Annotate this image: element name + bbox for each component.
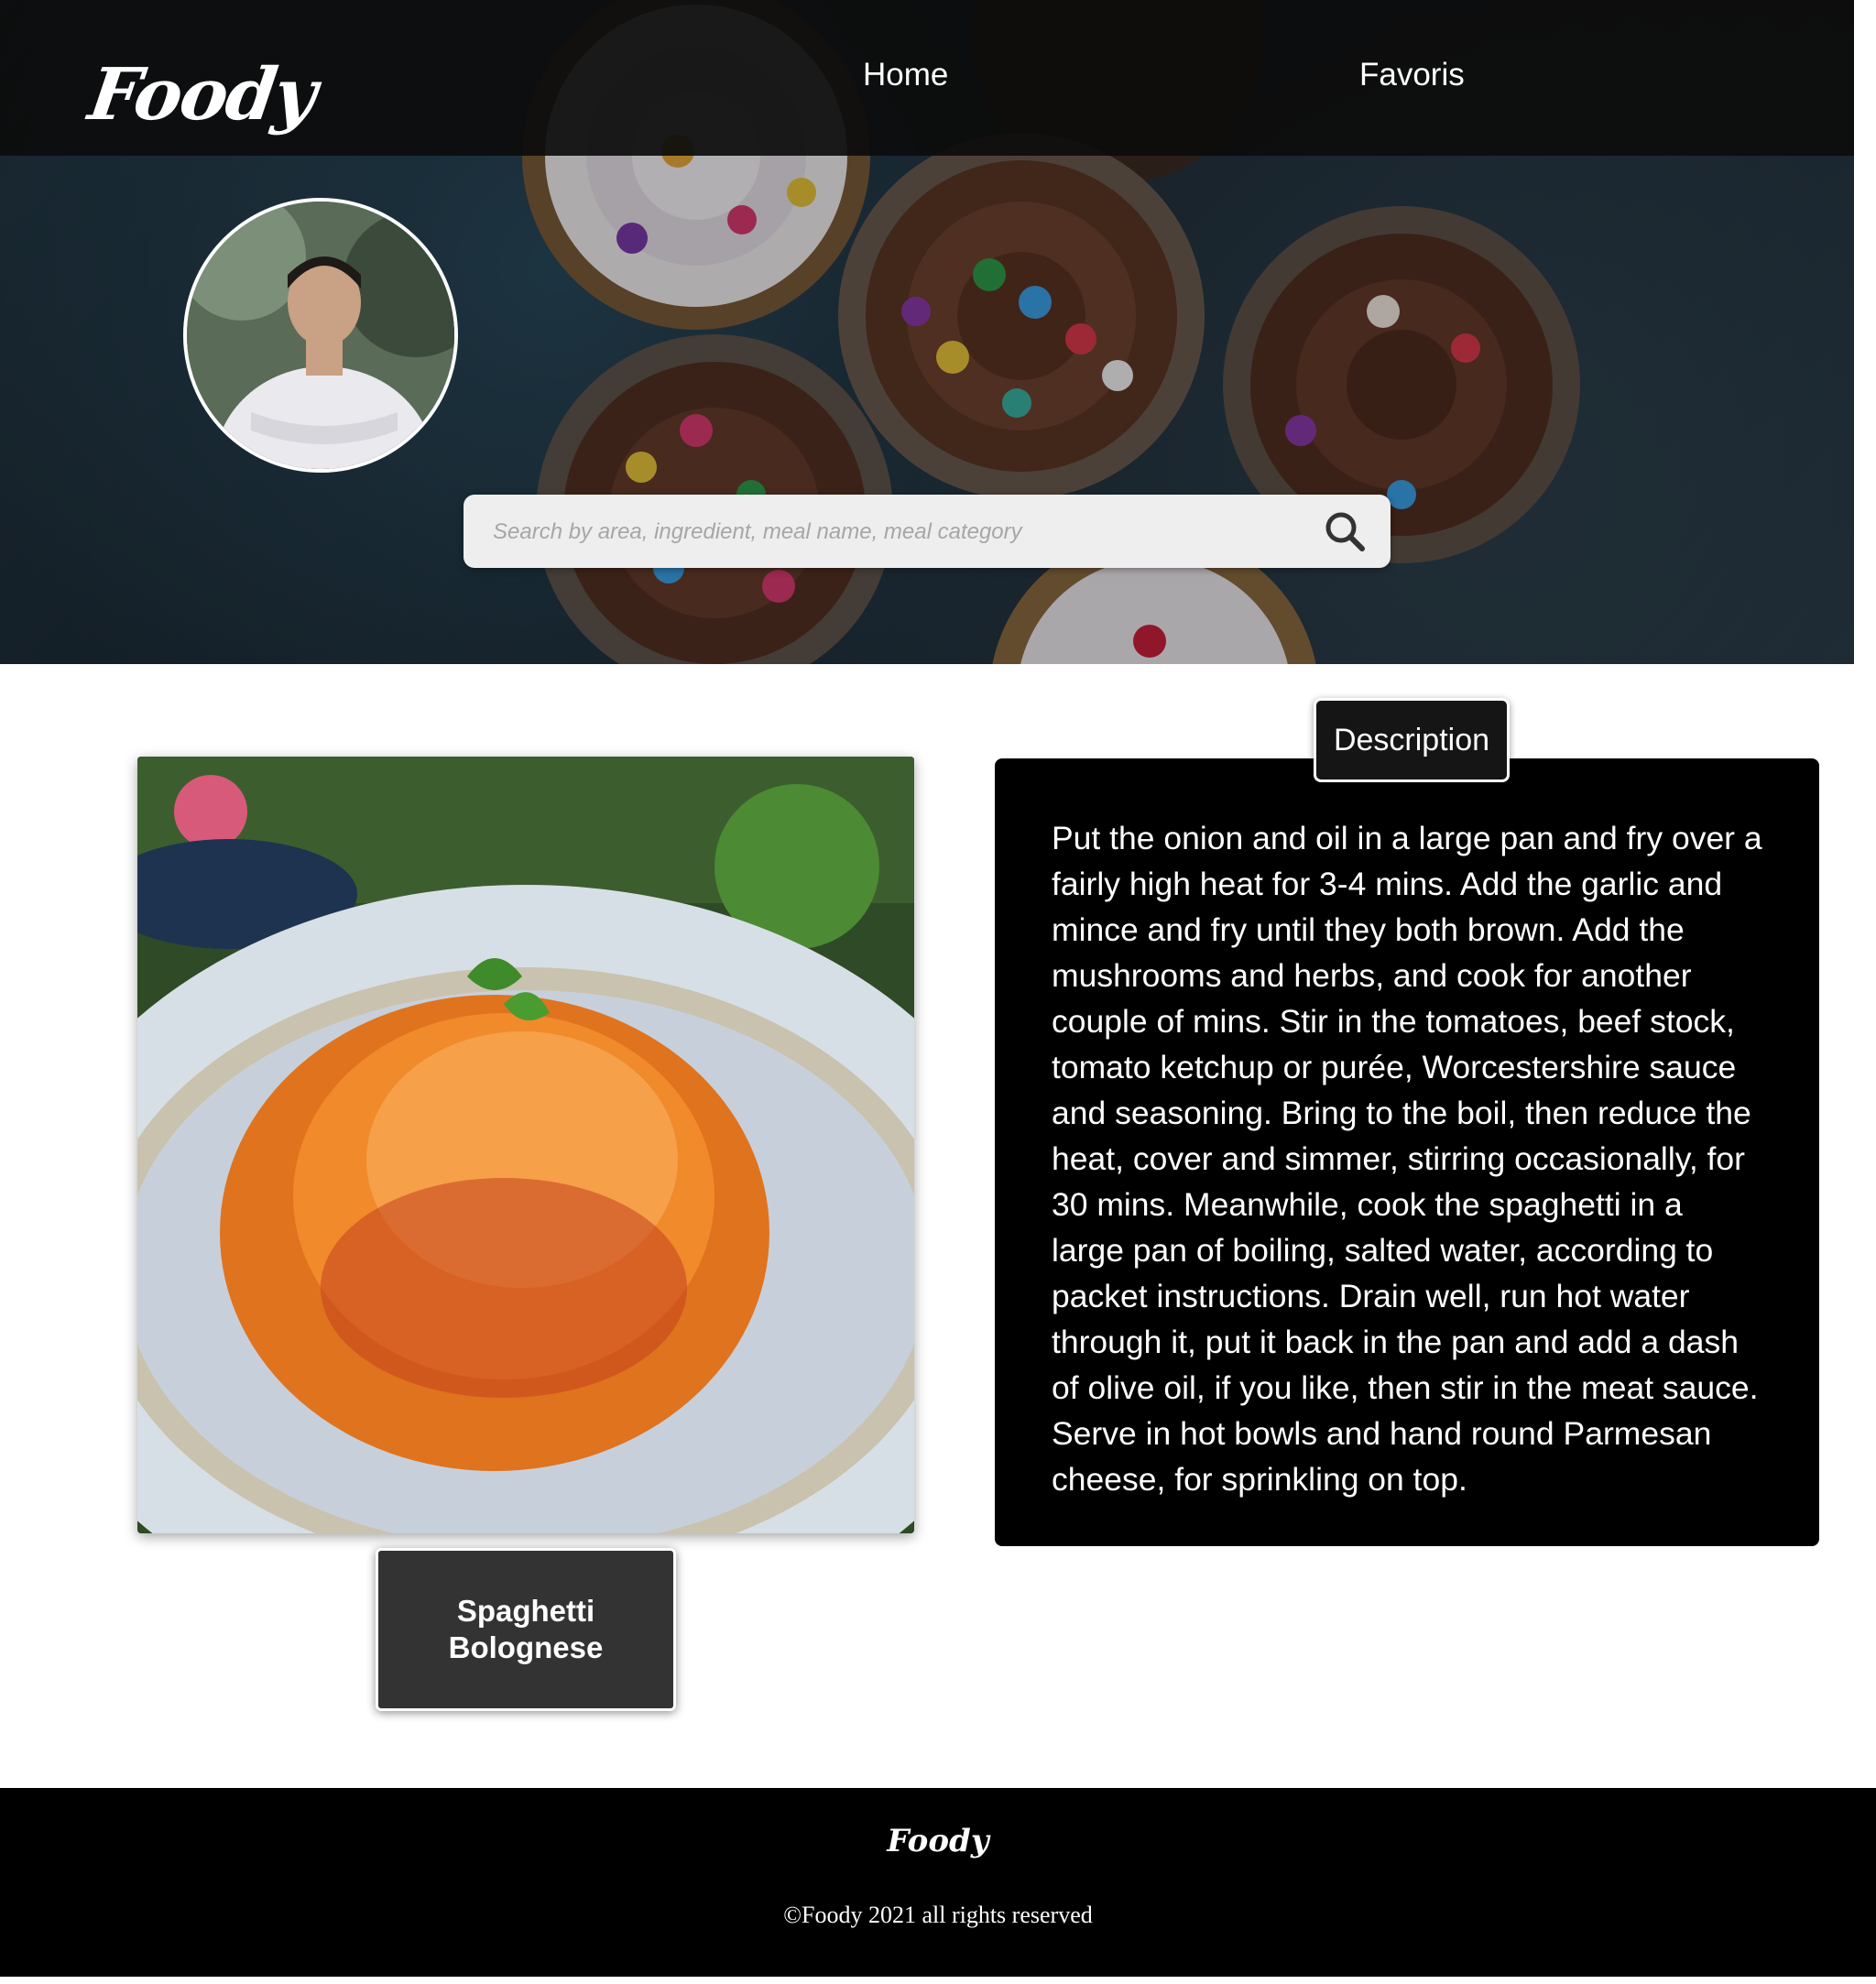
logo[interactable]: Foody xyxy=(84,53,321,136)
description-text: Put the onion and oil in a large pan and… xyxy=(1052,820,1762,1498)
nav-link-favoris[interactable]: Favoris xyxy=(1359,57,1465,93)
search-icon[interactable] xyxy=(1323,509,1367,553)
page: Foody Home Favoris Search by area, ingre… xyxy=(0,0,1876,1984)
meal-image xyxy=(137,757,914,1533)
nav-link-home[interactable]: Home xyxy=(863,57,948,93)
search-input[interactable] xyxy=(491,495,1319,570)
description-tab: Description xyxy=(1314,698,1510,782)
avatar-person-image xyxy=(187,202,454,469)
meal-name-card: Spaghetti Bolognese xyxy=(376,1548,676,1711)
description-panel: Put the onion and oil in a large pan and… xyxy=(995,758,1819,1546)
navbar: Foody Home Favoris xyxy=(0,0,1854,156)
footer-copyright: ©Foody 2021 all rights reserved xyxy=(783,1902,1093,1928)
search-bar xyxy=(464,495,1391,570)
footer: Foody ©Foody 2021 all rights reserved xyxy=(0,1788,1876,1977)
footer-logo: Foody xyxy=(887,1823,989,1859)
hero-banner: Foody Home Favoris xyxy=(0,0,1854,664)
user-avatar[interactable] xyxy=(183,198,458,473)
spaghetti-photo xyxy=(137,757,914,1533)
